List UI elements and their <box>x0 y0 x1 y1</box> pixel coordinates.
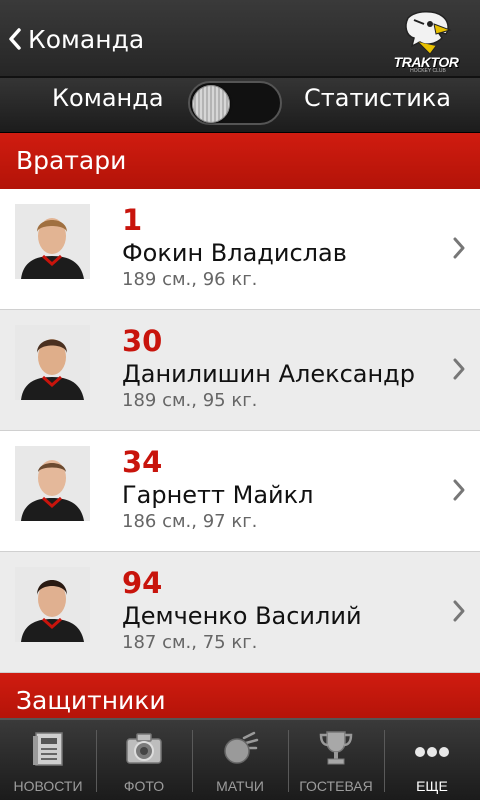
more-icon <box>415 747 449 757</box>
team-logo: TRAKTOR HOCKEY CLUB <box>390 8 462 74</box>
tab-news[interactable]: НОВОСТИ <box>0 720 96 800</box>
player-number: 1 <box>122 203 143 237</box>
tab-guestbook-label: ГОСТЕВАЯ <box>299 778 373 794</box>
tab-matches[interactable]: МАТЧИ <box>192 720 288 800</box>
tab-more[interactable]: ЕЩЕ <box>384 720 480 800</box>
puck-icon <box>224 731 259 764</box>
eagle-logo-icon <box>405 11 452 55</box>
player-height-weight: 187 см., 75 кг. <box>122 632 258 653</box>
player-height-weight: 189 см., 96 кг. <box>122 269 258 290</box>
newspaper-icon <box>33 732 63 766</box>
tab-more-label: ЕЩЕ <box>416 778 448 794</box>
chevron-left-icon <box>9 28 21 50</box>
tab-guestbook[interactable]: ГОСТЕВАЯ <box>288 720 384 800</box>
player-name: Фокин Владислав <box>122 239 347 267</box>
player-height-weight: 186 см., 97 кг. <box>122 511 258 532</box>
tab-photo[interactable]: ФОТО <box>96 720 192 800</box>
tab-news-label: НОВОСТИ <box>13 778 83 794</box>
logo-subtext: HOCKEY CLUB <box>410 68 446 74</box>
player-photo <box>15 325 90 400</box>
top-bar: Команда TRAKTOR HOCKEY CLUB <box>0 0 480 78</box>
player-row[interactable]: 94 Демченко Василий 187 см., 75 кг. <box>0 552 480 673</box>
trophy-icon <box>319 731 353 765</box>
player-name: Данилишин Александр <box>122 360 416 388</box>
chevron-right-icon <box>453 479 465 501</box>
toggle-knob[interactable] <box>192 85 230 123</box>
tab-photo-label: ФОТО <box>123 778 165 794</box>
chevron-right-icon <box>453 237 465 259</box>
back-button[interactable]: Команда <box>8 22 144 56</box>
camera-icon <box>126 733 162 764</box>
bottom-tab-bar: НОВОСТИ ФОТО МАТЧИ ГОСТЕВАЯ ЕЩЕ <box>0 718 480 800</box>
player-height-weight: 189 см., 95 кг. <box>122 390 258 411</box>
tab-matches-label: МАТЧИ <box>216 778 264 794</box>
chevron-right-icon <box>453 600 465 622</box>
section-header-defenders: Защитники <box>0 673 480 721</box>
segment-team[interactable]: Команда <box>52 84 164 112</box>
player-name: Гарнетт Майкл <box>122 481 314 509</box>
segment-toggle[interactable] <box>188 81 282 125</box>
segment-statistics[interactable]: Статистика <box>304 84 451 112</box>
section-header-goalies: Вратари <box>0 133 480 189</box>
player-row[interactable]: 30 Данилишин Александр 189 см., 95 кг. <box>0 310 480 431</box>
player-row[interactable]: 1 Фокин Владислав 189 см., 96 кг. <box>0 189 480 310</box>
player-number: 94 <box>122 566 163 600</box>
player-name: Демченко Василий <box>122 602 362 630</box>
player-number: 30 <box>122 324 163 358</box>
back-label: Команда <box>28 24 145 54</box>
chevron-right-icon <box>453 358 465 380</box>
player-number: 34 <box>122 445 163 479</box>
player-row[interactable]: 34 Гарнетт Майкл 186 см., 97 кг. <box>0 431 480 552</box>
player-photo <box>15 446 90 521</box>
player-photo <box>15 204 90 279</box>
player-photo <box>15 567 90 642</box>
segment-bar: Команда Статистика <box>0 78 480 133</box>
